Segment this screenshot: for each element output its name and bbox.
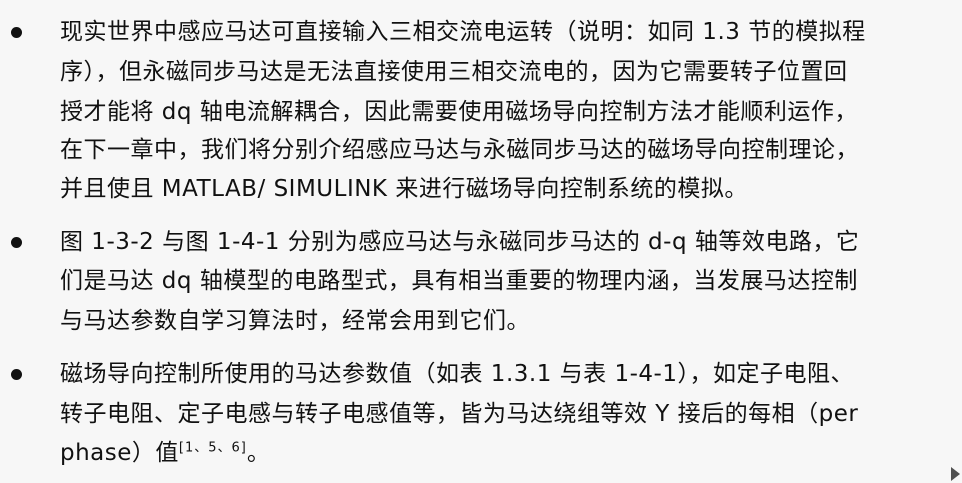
text-line: 图 1-3-2 与图 1-4-1 分别为感应马达与永磁同步马达的 d-q 轴等效… [60, 229, 860, 255]
bullet-dot-icon [11, 237, 22, 248]
text-line: 转子电阻、定子电感与转子电感值等，皆为马达绕组等效 Y 接后的每相（per [60, 401, 859, 427]
citation-superscript: [1、5、6] [178, 440, 247, 456]
text-line: 序），但永磁同步马达是无法直接使用三相交流电的，因为它需要转子位置回 [60, 59, 848, 85]
text-line: 现实世界中感应马达可直接输入三相交流电运转（说明：如同 1.3 节的模拟程 [60, 19, 866, 45]
text-line: 与马达参数自学习算法时，经常会用到它们。 [60, 308, 530, 334]
text-line: phase）值[1、5、6]。 [60, 437, 950, 469]
bullet-dot-icon [11, 369, 22, 380]
document-page: 现实世界中感应马达可直接输入三相交流电运转（说明：如同 1.3 节的模拟程 序）… [0, 0, 962, 483]
text-fragment: phase）值 [60, 440, 179, 466]
bullet-dot-icon [11, 27, 22, 38]
text-fragment: 。 [246, 440, 271, 466]
text-line: 磁场导向控制所使用的马达参数值（如表 1.3.1 与表 1-4-1），如定子电阻… [60, 361, 854, 387]
next-page-arrow-icon[interactable] [951, 467, 960, 481]
text-line: 们是马达 dq 轴模型的电路型式，具有相当重要的物理内涵，当发展马达控制 [60, 268, 858, 294]
text-line: 在下一章中，我们将分别介绍感应马达与永磁同步马达的磁场导向控制理论， [60, 137, 859, 163]
text-line: 授才能将 dq 轴电流解耦合，因此需要使用磁场导向控制方法才能顺利运作， [60, 99, 858, 125]
text-line: 并且使且 MATLAB/ SIMULINK 来进行磁场导向控制系统的模拟。 [60, 176, 748, 202]
